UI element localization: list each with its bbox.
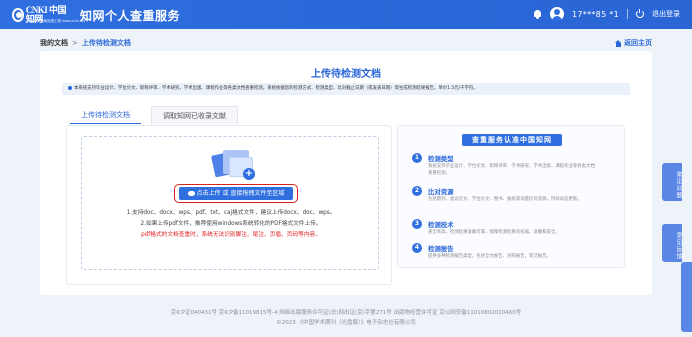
breadcrumb-separator: > xyxy=(72,39,78,47)
upload-button-label: 点击上传 或 直接拖拽文件至区域 xyxy=(196,190,285,197)
top-header: CNKI 中国知网 中国知识基础设施工程 www.cnki.net 知网个人查重… xyxy=(0,0,692,29)
document-upload-illustration: + xyxy=(209,149,259,183)
info-description: 查全率高，检测结果准确可靠，保障检测结果的权威、准确和安全。 xyxy=(428,230,560,235)
feedback-tab[interactable]: 意见反馈 xyxy=(662,224,682,262)
breadcrumb-current: 上传待检测文档 xyxy=(81,39,131,47)
upload-tabs: 上传待检测文档 调取知网已收录文献 xyxy=(70,106,238,124)
info-icon xyxy=(68,85,72,90)
info-heading: 检测技术 xyxy=(428,221,454,229)
upload-button[interactable]: 点击上传 或 直接拖拽文件至区域 xyxy=(179,187,293,200)
step-number: 4 xyxy=(412,243,422,253)
logo-subtitle: 中国知识基础设施工程 www.cnki.net xyxy=(26,19,86,23)
upload-card: + 点击上传 或 直接拖拽文件至区域 1.支持doc、docx、wps、pdf、… xyxy=(66,125,392,285)
tab-cnki-literature[interactable]: 调取知网已收录文献 xyxy=(151,106,238,124)
cnki-logo[interactable]: CNKI 中国知网 中国知识基础设施工程 www.cnki.net xyxy=(12,6,86,24)
service-info-title: 查重服务认准中国知网 xyxy=(462,134,562,146)
info-description: 包括期刊、会议论文、学位论文、图书、报纸等海量比对资源，持续动态更新。 xyxy=(428,197,582,202)
faq-tab[interactable]: 常见问题 xyxy=(662,163,682,201)
rule-line: 1.支持doc、docx、wps、pdf、txt、caj格式文件，建议上传doc… xyxy=(126,210,336,216)
rule-warning: pdf格式的文档查重时，系统无法识别脚注、尾注、页眉、页码等内容。 xyxy=(141,232,321,238)
avatar[interactable] xyxy=(550,7,564,21)
plus-icon: + xyxy=(243,168,255,180)
info-heading: 检测报告 xyxy=(428,245,454,253)
page-title: 上传待检测文档 xyxy=(311,69,381,80)
tab-upload-document[interactable]: 上传待检测文档 xyxy=(70,106,141,124)
notice-text: 本系统支持毕业设计、学位论文、职称评审、学术研究、学术出版、课程作业等各类文档查… xyxy=(74,86,478,91)
upload-rules: 1.支持doc、docx、wps、pdf、txt、caj格式文件，建议上传doc… xyxy=(82,208,380,241)
info-description: 系统支持毕业设计、学位论文、职称评审、学术研究、学术出版、课程作业等各类文档查重… xyxy=(428,164,595,176)
info-heading: 比对资源 xyxy=(428,188,454,196)
step-number: 1 xyxy=(412,153,422,163)
info-heading: 检测类型 xyxy=(428,155,454,163)
cnki-logo-icon xyxy=(12,8,24,22)
cloud-upload-icon xyxy=(187,191,195,196)
service-info-title-wrap: 查重服务认准中国知网 xyxy=(398,134,626,146)
home-icon xyxy=(615,39,622,47)
back-home-link[interactable]: 返回主页 xyxy=(615,38,652,48)
logout-link[interactable]: 退出登录 xyxy=(652,9,680,19)
app-title: 知网个人查重服务 xyxy=(80,9,181,23)
notice-bar: 本系统支持毕业设计、学位论文、职称评审、学术研究、学术出版、课程作业等各类文档查… xyxy=(62,83,630,95)
back-home-label: 返回主页 xyxy=(624,39,652,47)
divider xyxy=(627,9,628,19)
step-number: 3 xyxy=(412,219,422,229)
footer: 京ICP证040431号 京ICP备11019815号-4 网络出版服务许可证(… xyxy=(0,308,692,328)
footer-copyright: ©2023 《中国学术期刊（光盘版）》电子杂志社有限公司 xyxy=(276,320,416,326)
breadcrumb-home[interactable]: 我的文档 xyxy=(40,38,68,48)
power-icon[interactable] xyxy=(636,9,644,18)
step-number: 2 xyxy=(412,186,422,196)
file-drop-zone[interactable]: + 点击上传 或 直接拖拽文件至区域 1.支持doc、docx、wps、pdf、… xyxy=(81,136,379,270)
bell-icon[interactable] xyxy=(533,9,542,19)
breadcrumb: 我的文档 > 上传待检测文档 返回主页 xyxy=(40,36,652,50)
info-description: 提供多种检测报告类型，包括全文报告、对照报告、简洁报告。 xyxy=(428,254,551,259)
user-id[interactable]: 17***85 *1 xyxy=(572,10,619,19)
header-user-area: 17***85 *1 退出登录 xyxy=(533,6,680,22)
service-info-card: 查重服务认准中国知网 1 检测类型 系统支持毕业设计、学位论文、职称评审、学术研… xyxy=(397,125,625,268)
rule-line: 2.如果上传pdf文件，推荐使用windows系统转化的PDF格式文件上传。 xyxy=(140,221,322,227)
footer-license: 京ICP证040431号 京ICP备11019815号-4 网络出版服务许可证(… xyxy=(170,310,522,316)
main-panel: 上传待检测文档 本系统支持毕业设计、学位论文、职称评审、学术研究、学术出版、课程… xyxy=(40,51,652,295)
